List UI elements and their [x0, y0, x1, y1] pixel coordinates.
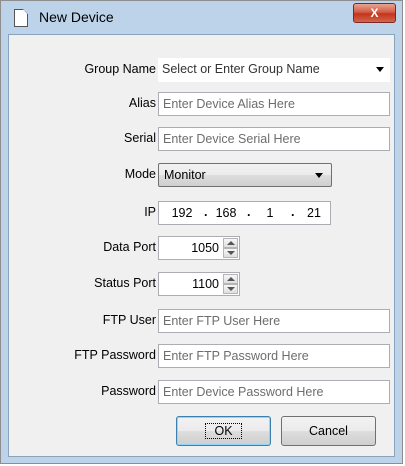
- decrement-icon[interactable]: [223, 284, 238, 294]
- ok-button-label: OK: [205, 423, 242, 439]
- serial-row: Serial Enter Device Serial Here: [9, 127, 396, 151]
- group-name-combobox[interactable]: Select or Enter Group Name: [158, 58, 390, 82]
- password-label: Password: [101, 384, 156, 398]
- ok-button[interactable]: OK: [176, 416, 271, 446]
- ip-row: IP 192 . 168 . 1 . 21: [9, 201, 396, 225]
- ip-separator: .: [291, 205, 295, 219]
- ip-separator: .: [204, 205, 208, 219]
- ip-separator: .: [247, 205, 251, 219]
- data-port-row: Data Port 1050: [9, 236, 396, 260]
- serial-label: Serial: [124, 131, 156, 145]
- status-port-stepper[interactable]: 1100: [158, 272, 240, 296]
- title-bar[interactable]: New Device X: [1, 1, 402, 34]
- ip-octet-1[interactable]: 192: [167, 206, 197, 220]
- ftp-user-row: FTP User Enter FTP User Here: [9, 309, 396, 333]
- mode-select[interactable]: Monitor: [158, 163, 332, 187]
- window-title: New Device: [39, 9, 114, 25]
- alias-row: Alias Enter Device Alias Here: [9, 92, 396, 116]
- chevron-down-icon[interactable]: [315, 173, 323, 178]
- group-name-row: Group Name Select or Enter Group Name: [9, 58, 396, 82]
- ip-address-input[interactable]: 192 . 168 . 1 . 21: [158, 201, 331, 225]
- status-port-label: Status Port: [94, 276, 156, 290]
- alias-label: Alias: [128, 96, 156, 110]
- password-input[interactable]: Enter Device Password Here: [158, 380, 390, 404]
- dialog-body: Group Name Select or Enter Group Name Al…: [8, 34, 395, 457]
- ip-octet-4[interactable]: 21: [299, 206, 329, 220]
- ip-octet-2[interactable]: 168: [211, 206, 241, 220]
- group-name-label: Group Name: [84, 62, 156, 76]
- status-port-value[interactable]: 1100: [159, 277, 219, 291]
- mode-label: Mode: [124, 167, 156, 181]
- decrement-icon[interactable]: [223, 248, 238, 258]
- status-port-row: Status Port 1100: [9, 272, 396, 296]
- data-port-stepper[interactable]: 1050: [158, 236, 240, 260]
- increment-icon[interactable]: [223, 238, 238, 248]
- new-device-dialog: New Device X Group Name Select or Enter …: [0, 0, 403, 464]
- stepper-buttons: [223, 238, 238, 258]
- cancel-button-label: Cancel: [309, 424, 348, 438]
- ip-label: IP: [144, 205, 156, 219]
- document-icon: [14, 9, 28, 27]
- stepper-buttons: [223, 274, 238, 294]
- data-port-value[interactable]: 1050: [159, 241, 219, 255]
- close-button[interactable]: X: [353, 3, 396, 23]
- password-row: Password Enter Device Password Here: [9, 380, 396, 404]
- group-name-placeholder: Select or Enter Group Name: [162, 62, 320, 76]
- serial-input[interactable]: Enter Device Serial Here: [158, 127, 390, 151]
- mode-row: Mode Monitor: [9, 163, 396, 187]
- ftp-password-row: FTP Password Enter FTP Password Here: [9, 344, 396, 368]
- chevron-down-icon[interactable]: [376, 67, 384, 72]
- mode-value: Monitor: [164, 168, 206, 182]
- ftp-user-label: FTP User: [102, 313, 156, 327]
- data-port-label: Data Port: [103, 240, 156, 254]
- ftp-user-input[interactable]: Enter FTP User Here: [158, 309, 390, 333]
- close-icon: X: [370, 6, 379, 20]
- alias-input[interactable]: Enter Device Alias Here: [158, 92, 390, 116]
- cancel-button[interactable]: Cancel: [281, 416, 376, 446]
- ftp-password-label: FTP Password: [74, 348, 156, 362]
- ftp-password-input[interactable]: Enter FTP Password Here: [158, 344, 390, 368]
- increment-icon[interactable]: [223, 274, 238, 284]
- ip-octet-3[interactable]: 1: [255, 206, 285, 220]
